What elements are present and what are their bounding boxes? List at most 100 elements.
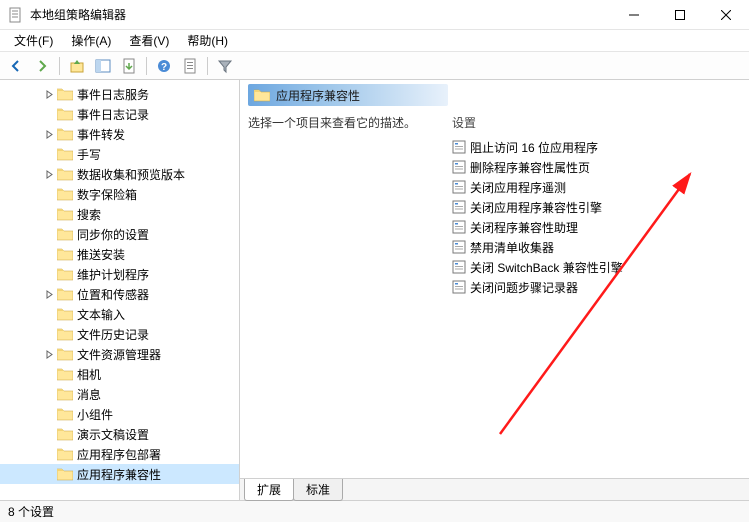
expander-icon[interactable]	[42, 287, 56, 301]
status-text: 8 个设置	[8, 503, 54, 520]
tree-item[interactable]: 推送安装	[0, 244, 239, 264]
tab-standard[interactable]: 标准	[293, 479, 343, 501]
tree-item[interactable]: 事件日志记录	[0, 104, 239, 124]
tree-item[interactable]: 搜索	[0, 204, 239, 224]
expander-icon[interactable]	[42, 347, 56, 361]
expander-blank	[42, 307, 56, 321]
tree-item[interactable]: 文本输入	[0, 304, 239, 324]
expander-blank	[42, 107, 56, 121]
tree-item[interactable]: 文件历史记录	[0, 324, 239, 344]
setting-item[interactable]: 关闭应用程序遥测	[452, 177, 741, 197]
setting-label: 阻止访问 16 位应用程序	[470, 139, 598, 156]
close-button[interactable]	[703, 0, 749, 30]
setting-item[interactable]: 删除程序兼容性属性页	[452, 157, 741, 177]
menu-file[interactable]: 文件(F)	[6, 30, 61, 51]
setting-item[interactable]: 关闭应用程序兼容性引擎	[452, 197, 741, 217]
folder-icon	[57, 147, 73, 161]
setting-item[interactable]: 阻止访问 16 位应用程序	[452, 137, 741, 157]
folder-icon	[57, 107, 73, 121]
expander-icon[interactable]	[42, 127, 56, 141]
tree-item[interactable]: 文件资源管理器	[0, 344, 239, 364]
back-button[interactable]	[4, 55, 28, 77]
tree-item[interactable]: 手写	[0, 144, 239, 164]
tree-item-label: 文件历史记录	[77, 326, 149, 343]
tree-item-label: 同步你的设置	[77, 226, 149, 243]
expander-blank	[42, 327, 56, 341]
tree-item-label: 数据收集和预览版本	[77, 166, 185, 183]
expander-blank	[42, 147, 56, 161]
details-content: 应用程序兼容性 选择一个项目来查看它的描述。 设置 阻止访问 16 位应用程序删…	[240, 80, 749, 478]
tree-item-label: 小组件	[77, 406, 113, 423]
up-button[interactable]	[65, 55, 89, 77]
folder-icon	[57, 247, 73, 261]
folder-icon	[57, 387, 73, 401]
properties-button[interactable]	[178, 55, 202, 77]
tree-item-label: 维护计划程序	[77, 266, 149, 283]
folder-icon	[57, 407, 73, 421]
show-hide-tree-button[interactable]	[91, 55, 115, 77]
expander-blank	[42, 407, 56, 421]
minimize-button[interactable]	[611, 0, 657, 30]
filter-button[interactable]	[213, 55, 237, 77]
tree-item[interactable]: 小组件	[0, 404, 239, 424]
folder-icon	[57, 127, 73, 141]
setting-label: 删除程序兼容性属性页	[470, 159, 590, 176]
tree-item-label: 事件日志记录	[77, 106, 149, 123]
folder-icon	[57, 227, 73, 241]
menu-help[interactable]: 帮助(H)	[179, 30, 236, 51]
tree-item-label: 数字保险箱	[77, 186, 137, 203]
tree-item-label: 文本输入	[77, 306, 125, 323]
folder-icon	[57, 347, 73, 361]
tree-item[interactable]: 应用程序兼容性	[0, 464, 239, 484]
setting-item[interactable]: 禁用清单收集器	[452, 237, 741, 257]
statusbar: 8 个设置	[0, 500, 749, 522]
tree-item[interactable]: 消息	[0, 384, 239, 404]
tree-item[interactable]: 应用程序包部署	[0, 444, 239, 464]
setting-item[interactable]: 关闭问题步骤记录器	[452, 277, 741, 297]
tree-item-label: 应用程序包部署	[77, 446, 161, 463]
tab-extended[interactable]: 扩展	[244, 479, 294, 501]
tree-item[interactable]: 事件日志服务	[0, 84, 239, 104]
menu-view[interactable]: 查看(V)	[121, 30, 177, 51]
titlebar: 本地组策略编辑器	[0, 0, 749, 30]
tree-item[interactable]: 数据收集和预览版本	[0, 164, 239, 184]
folder-icon	[57, 307, 73, 321]
folder-icon	[57, 467, 73, 481]
tree-item[interactable]: 相机	[0, 364, 239, 384]
tree-item[interactable]: 维护计划程序	[0, 264, 239, 284]
expander-icon[interactable]	[42, 87, 56, 101]
forward-button[interactable]	[30, 55, 54, 77]
expander-blank	[42, 267, 56, 281]
tree-item[interactable]: 事件转发	[0, 124, 239, 144]
maximize-button[interactable]	[657, 0, 703, 30]
menu-action[interactable]: 操作(A)	[63, 30, 119, 51]
tree-item[interactable]: 位置和传感器	[0, 284, 239, 304]
setting-label: 关闭 SwitchBack 兼容性引擎	[470, 259, 623, 276]
description-column: 选择一个项目来查看它的描述。	[248, 114, 428, 297]
setting-label: 关闭程序兼容性助理	[470, 219, 578, 236]
tree-item[interactable]: 演示文稿设置	[0, 424, 239, 444]
main-area: 事件日志服务事件日志记录事件转发手写数据收集和预览版本数字保险箱搜索同步你的设置…	[0, 80, 749, 500]
tree-item[interactable]: 同步你的设置	[0, 224, 239, 244]
menubar: 文件(F) 操作(A) 查看(V) 帮助(H)	[0, 30, 749, 52]
policy-icon	[452, 140, 466, 154]
expander-blank	[42, 227, 56, 241]
policy-icon	[452, 280, 466, 294]
setting-item[interactable]: 关闭程序兼容性助理	[452, 217, 741, 237]
tree-pane[interactable]: 事件日志服务事件日志记录事件转发手写数据收集和预览版本数字保险箱搜索同步你的设置…	[0, 80, 240, 500]
expander-blank	[42, 427, 56, 441]
toolbar-separator	[146, 57, 147, 75]
folder-icon	[57, 87, 73, 101]
help-button[interactable]: ?	[152, 55, 176, 77]
tree-item-label: 搜索	[77, 206, 101, 223]
section-header-text: 应用程序兼容性	[276, 87, 360, 104]
policy-icon	[452, 260, 466, 274]
expander-blank	[42, 207, 56, 221]
expander-blank	[42, 187, 56, 201]
setting-item[interactable]: 关闭 SwitchBack 兼容性引擎	[452, 257, 741, 277]
tree-item-label: 应用程序兼容性	[77, 466, 161, 483]
folder-icon	[57, 327, 73, 341]
export-list-button[interactable]	[117, 55, 141, 77]
tree-item[interactable]: 数字保险箱	[0, 184, 239, 204]
expander-icon[interactable]	[42, 167, 56, 181]
